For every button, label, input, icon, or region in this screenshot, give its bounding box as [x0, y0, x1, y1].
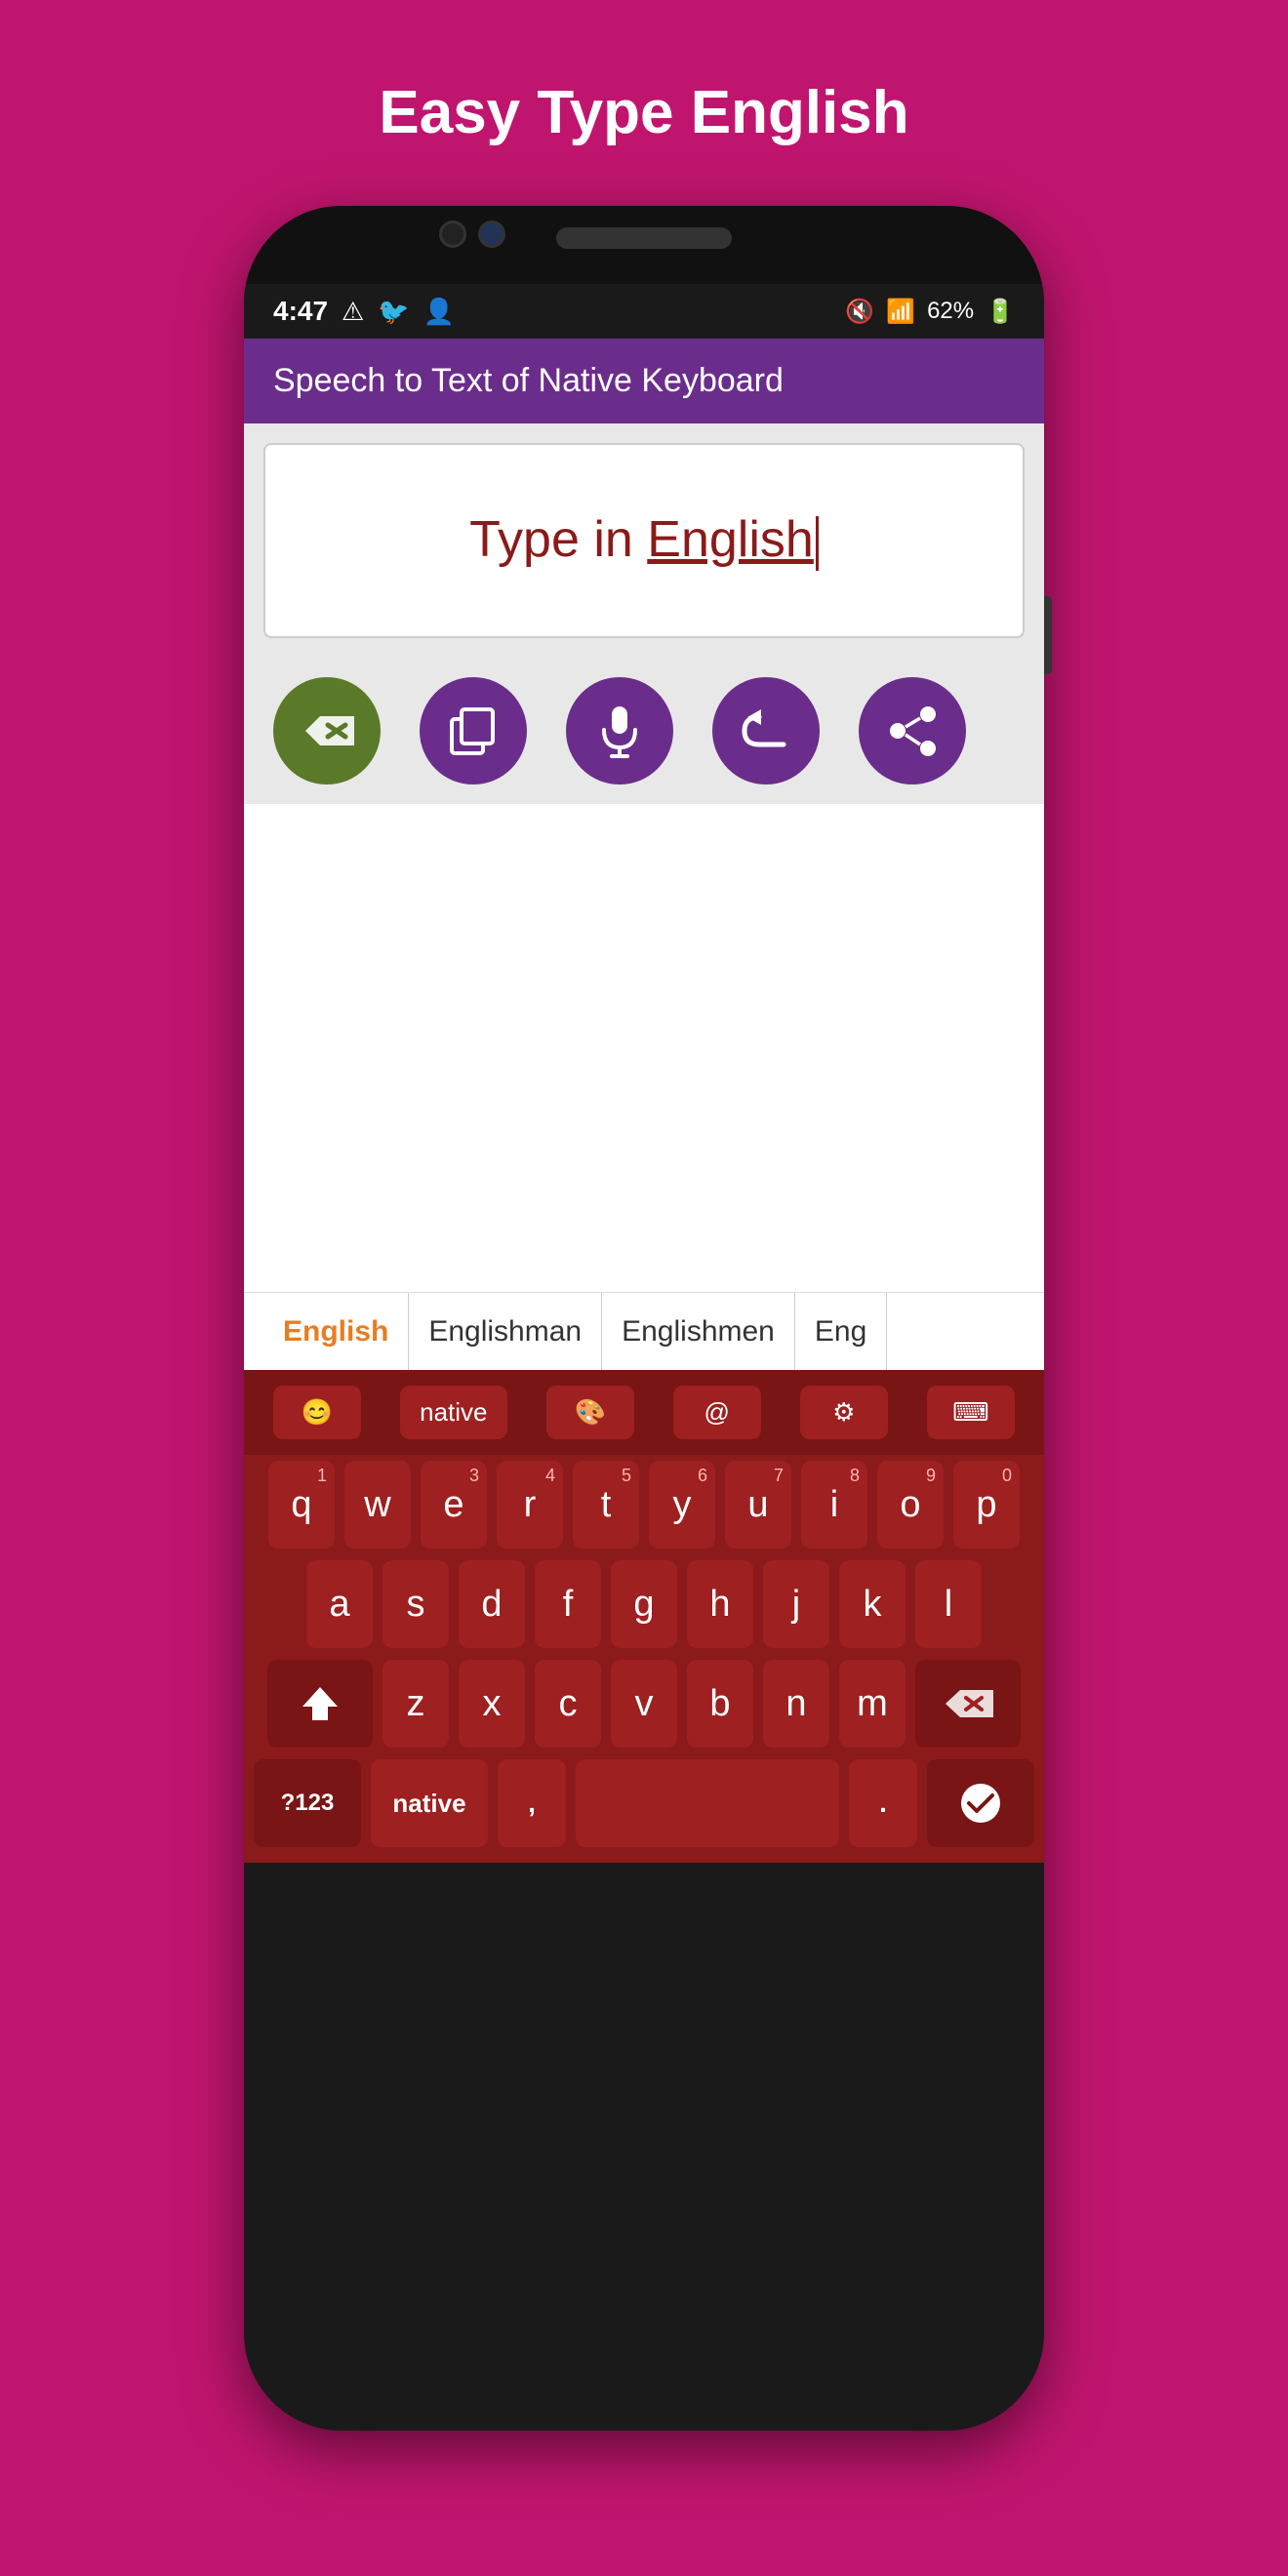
key-f[interactable]: f [535, 1560, 601, 1648]
copy-button[interactable] [420, 677, 527, 785]
app-header: Speech to Text of Native Keyboard [244, 339, 1044, 423]
suggestion-englishman[interactable]: Englishman [409, 1293, 602, 1370]
phone-frame: 4:47 ⚠ 🐦 👤 🔇 📶 62% 🔋 Speech to Text of N… [244, 206, 1044, 2431]
space-key[interactable] [576, 1759, 839, 1847]
key-i[interactable]: 8i [801, 1461, 867, 1549]
share-button[interactable] [859, 677, 966, 785]
key-p[interactable]: 0p [953, 1461, 1020, 1549]
key-v[interactable]: v [611, 1660, 677, 1748]
action-buttons-row [244, 658, 1044, 804]
key-s[interactable]: s [382, 1560, 449, 1648]
undo-icon [740, 709, 793, 753]
text-prefix: Type in [469, 511, 647, 568]
suggestion-english[interactable]: English [263, 1293, 409, 1370]
period-key[interactable]: . [849, 1759, 917, 1847]
share-icon [886, 704, 940, 758]
keyboard: 😊 native 🎨 @ ⚙ ⌨ 1q w 3e 4r 5t 6y 7u 8i [244, 1370, 1044, 1863]
status-left: 4:47 ⚠ 🐦 👤 [273, 296, 455, 327]
mute-icon: 🔇 [845, 298, 874, 326]
phone-volume-button [1044, 596, 1052, 674]
key-u[interactable]: 7u [725, 1461, 791, 1549]
key-h[interactable]: h [687, 1560, 753, 1648]
emoji-key[interactable]: 😊 [273, 1386, 361, 1439]
key-n[interactable]: n [763, 1660, 829, 1748]
key-y[interactable]: 6y [649, 1461, 715, 1549]
numbers-key[interactable]: ?123 [254, 1759, 361, 1847]
key-z[interactable]: z [382, 1660, 449, 1748]
keyboard-row-4: ?123 native , . [244, 1753, 1044, 1853]
front-camera-right [478, 221, 505, 248]
text-input-container[interactable]: Type in English [263, 443, 1025, 638]
status-right: 🔇 📶 62% 🔋 [845, 298, 1015, 326]
done-key[interactable] [927, 1759, 1034, 1847]
suggestion-englishmen[interactable]: Englishmen [602, 1293, 795, 1370]
key-k[interactable]: k [839, 1560, 906, 1648]
phone-top-bar [244, 206, 1044, 284]
key-b[interactable]: b [687, 1660, 753, 1748]
key-x[interactable]: x [459, 1660, 525, 1748]
key-m[interactable]: m [839, 1660, 906, 1748]
status-time: 4:47 [273, 296, 328, 327]
page-title: Easy Type English [379, 78, 908, 147]
key-w[interactable]: w [344, 1461, 411, 1549]
alert-icon: ⚠ [342, 297, 364, 327]
copy-icon [447, 704, 501, 758]
backspace-key[interactable] [915, 1660, 1021, 1748]
key-o[interactable]: 9o [877, 1461, 944, 1549]
comma-key[interactable]: , [498, 1759, 566, 1847]
suggestion-eng[interactable]: Eng [795, 1293, 887, 1370]
text-highlighted: English [647, 511, 814, 568]
text-content: Type in English [469, 510, 819, 570]
key-e[interactable]: 3e [421, 1461, 487, 1549]
front-camera-left [439, 221, 466, 248]
key-d[interactable]: d [459, 1560, 525, 1648]
settings-key[interactable]: ⚙ [800, 1386, 888, 1439]
native-key[interactable]: native [400, 1386, 506, 1439]
at-key[interactable]: @ [673, 1386, 761, 1439]
undo-button[interactable] [712, 677, 820, 785]
theme-key[interactable]: 🎨 [546, 1386, 634, 1439]
person-icon: 👤 [423, 297, 455, 327]
keyboard-toolbar: 😊 native 🎨 @ ⚙ ⌨ [244, 1370, 1044, 1455]
white-space-area [244, 804, 1044, 1292]
backspace-icon [301, 711, 354, 750]
mic-icon [600, 704, 639, 758]
phone-speaker [556, 227, 732, 249]
keyboard-row-2: a s d f g h j k l [244, 1554, 1044, 1654]
keyboard-switch-key[interactable]: ⌨ [927, 1386, 1015, 1439]
suggestions-bar: English Englishman Englishmen Eng [244, 1292, 1044, 1370]
battery-label: 62% [927, 298, 974, 325]
key-q[interactable]: 1q [268, 1461, 335, 1549]
shift-key[interactable] [267, 1660, 373, 1748]
key-r[interactable]: 4r [497, 1461, 563, 1549]
app-header-title: Speech to Text of Native Keyboard [273, 362, 784, 399]
signal-icon: 📶 [886, 298, 915, 326]
key-j[interactable]: j [763, 1560, 829, 1648]
status-bar: 4:47 ⚠ 🐦 👤 🔇 📶 62% 🔋 [244, 284, 1044, 339]
content-area: Type in English [244, 423, 1044, 1863]
keyboard-row-3: z x c v b n m [244, 1654, 1044, 1753]
backspace-button[interactable] [273, 677, 381, 785]
native-lang-key[interactable]: native [371, 1759, 488, 1847]
key-t[interactable]: 5t [573, 1461, 639, 1549]
mic-button[interactable] [566, 677, 673, 785]
text-cursor [816, 516, 819, 571]
key-a[interactable]: a [306, 1560, 373, 1648]
key-c[interactable]: c [535, 1660, 601, 1748]
key-g[interactable]: g [611, 1560, 677, 1648]
keyboard-row-1: 1q w 3e 4r 5t 6y 7u 8i 9o 0p [244, 1455, 1044, 1554]
battery-icon: 🔋 [986, 298, 1015, 326]
key-l[interactable]: l [915, 1560, 982, 1648]
twitter-icon: 🐦 [378, 297, 409, 327]
